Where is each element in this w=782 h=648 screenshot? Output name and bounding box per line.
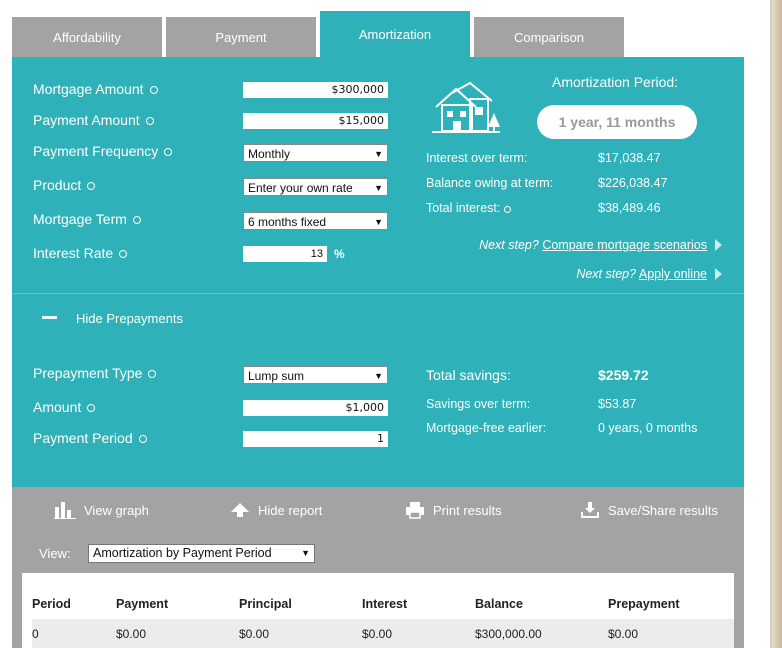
table-cell: $0.00 [362,627,393,641]
help-icon[interactable] [119,250,128,258]
minus-icon[interactable] [42,316,57,319]
download-icon [581,502,599,518]
interest-rate-label: Interest Rate [33,245,128,261]
mortgage-amount-label: Mortgage Amount [33,81,158,97]
chevron-down-icon: ▼ [374,183,383,193]
chevron-down-icon: ▼ [374,149,383,159]
total-savings-label: Total savings: [426,367,511,383]
interest-over-term-value: $17,038.47 [598,151,661,165]
help-icon[interactable] [148,370,157,378]
table-cell: $300,000.00 [475,627,542,641]
column-header: Interest [362,597,408,611]
hide-report-button[interactable]: Hide report [230,487,322,533]
help-icon[interactable] [164,148,173,156]
interest-rate-input[interactable]: 13 [243,246,327,262]
balance-owing-label: Balance owing at term: [426,176,554,190]
view-select[interactable]: Amortization by Payment Period ▼ [88,544,315,563]
hide-prepayments-toggle[interactable]: Hide Prepayments [76,311,183,326]
product-select[interactable]: Enter your own rate ▼ [243,178,388,196]
balance-owing-value: $226,038.47 [598,176,668,190]
mortgage-free-value: 0 years, 0 months [598,421,698,435]
total-savings-value: $259.72 [598,367,649,383]
interest-over-term-label: Interest over term: [426,151,528,165]
savings-over-term-label: Savings over term: [426,397,531,411]
mortgage-free-label: Mortgage-free earlier: [426,421,547,435]
prepayment-type-label: Prepayment Type [33,365,157,381]
print-results-button[interactable]: Print results [405,487,502,533]
prepayment-amount-input[interactable]: $1,000 [243,400,388,416]
amortization-period-value: 1 year, 11 months [537,105,697,139]
tab-amortization[interactable]: Amortization [320,11,470,57]
tab-payment[interactable]: Payment [166,17,316,57]
compare-scenarios-link[interactable]: Compare mortgage scenarios [542,238,707,252]
apply-online-link[interactable]: Apply online [639,267,707,281]
payment-period-input[interactable]: 1 [243,431,388,447]
help-icon[interactable] [87,182,96,190]
calculator-panel: Mortgage Amount $300,000 Payment Amount … [12,57,744,487]
tab-affordability[interactable]: Affordability [12,17,162,57]
table-cell: $0.00 [239,627,270,641]
mortgage-amount-input[interactable]: $300,000 [243,82,388,98]
next-step-compare: Next step? Compare mortgage scenarios [479,237,722,252]
help-icon[interactable] [145,117,154,125]
prepayment-amount-label: Amount [33,399,96,415]
product-label: Product [33,177,96,193]
next-step-apply: Next step? Apply online [576,266,722,281]
table-cell: $0.00 [608,627,639,641]
house-icon [432,81,500,133]
payment-frequency-select[interactable]: Monthly ▼ [243,144,388,162]
view-graph-button[interactable]: View graph [54,487,149,533]
total-interest-value: $38,489.46 [598,201,661,215]
payment-amount-input[interactable]: $15,000 [243,113,388,129]
tab-comparison[interactable]: Comparison [474,17,624,57]
divider [12,293,744,294]
tab-bar: Affordability Payment Amortization Compa… [12,11,744,57]
prepayment-type-select[interactable]: Lump sum ▼ [243,366,388,384]
savings-over-term-value: $53.87 [598,397,637,411]
column-header: Prepayment [608,597,680,611]
percent-unit: % [334,247,345,261]
bar-chart-icon [54,502,76,519]
help-icon[interactable] [503,206,511,213]
help-icon[interactable] [138,435,147,443]
chevron-down-icon: ▼ [301,548,310,558]
arrow-right-icon [715,239,722,251]
arrow-right-icon [715,268,722,280]
save-share-button[interactable]: Save/Share results [580,487,718,533]
column-header: Balance [475,597,523,611]
payment-amount-label: Payment Amount [33,112,154,128]
column-header: Payment [116,597,169,611]
report-section: View: Amortization by Payment Period ▼ Pe… [12,533,744,648]
total-interest-label: Total interest: [426,201,511,215]
table-cell: 0 [32,627,39,641]
print-icon [406,502,424,519]
mortgage-term-select[interactable]: 6 months fixed ▼ [243,212,388,230]
chevron-down-icon: ▼ [374,217,383,227]
amortization-period-title: Amortization Period: [552,74,679,90]
help-icon[interactable] [132,216,141,224]
column-header: Principal [239,597,292,611]
chevron-down-icon: ▼ [374,371,383,381]
payment-frequency-label: Payment Frequency [33,143,173,159]
table-cell: $0.00 [116,627,147,641]
column-header: Period [32,597,71,611]
view-label: View: [39,546,71,561]
mortgage-term-label: Mortgage Term [33,211,141,227]
arrow-up-icon [231,503,249,517]
help-icon[interactable] [149,86,158,94]
report-toolbar: View graph Hide report Print results Sav… [12,487,744,533]
page-edge [770,0,782,648]
payment-period-label: Payment Period [33,430,147,446]
help-icon[interactable] [87,404,96,412]
amortization-table: Period Payment Principal Interest Balanc… [22,573,734,648]
